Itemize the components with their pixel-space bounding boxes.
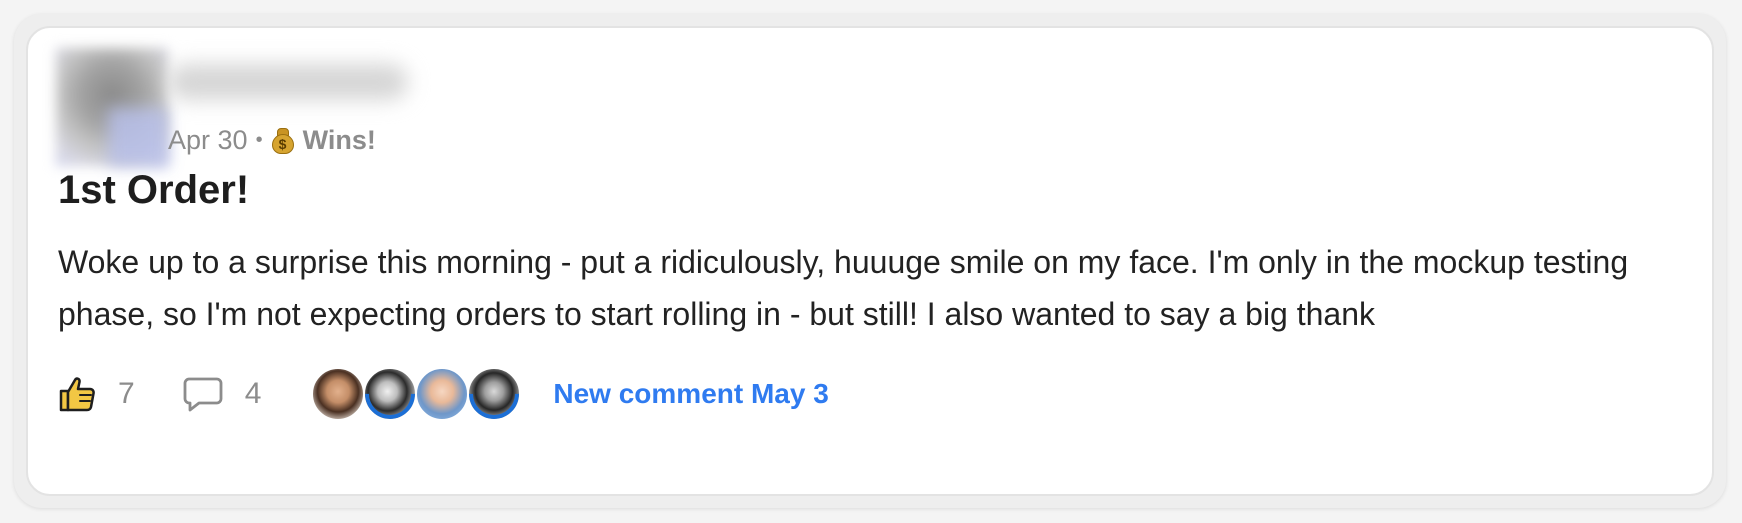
post-actions: 7 4 New comment May 3 — [58, 364, 829, 424]
post-body: Woke up to a surprise this morning - put… — [58, 244, 1629, 332]
post-category[interactable]: Wins! — [303, 125, 376, 156]
comment-button[interactable]: 4 — [183, 376, 262, 412]
speech-bubble-icon — [183, 377, 223, 412]
coach-badge-ring — [469, 369, 520, 419]
like-button[interactable]: 7 — [58, 375, 135, 413]
commenter-avatar[interactable] — [467, 367, 522, 421]
new-comment-link[interactable]: New comment May 3 — [553, 378, 828, 410]
post-title[interactable]: 1st Order! — [58, 168, 249, 213]
commenter-avatars[interactable] — [311, 367, 522, 421]
meta-separator: • — [255, 128, 263, 151]
money-bag-icon: $ — [271, 126, 295, 154]
coach-badge-ring — [365, 369, 416, 419]
author-name[interactable] — [168, 64, 408, 100]
comment-count: 4 — [244, 377, 262, 410]
commenter-avatar[interactable] — [311, 367, 366, 421]
post-card[interactable]: Apr 30 • $ Wins! 1st Order! Woke up to a… — [26, 26, 1714, 496]
commenter-avatar[interactable] — [415, 367, 470, 421]
post-date: Apr 30 — [168, 124, 248, 155]
author-avatar-overlay — [108, 108, 168, 166]
like-count: 7 — [118, 377, 135, 410]
commenter-avatar[interactable] — [363, 367, 418, 421]
post-meta: Apr 30 • $ Wins! — [168, 122, 376, 158]
thumbs-up-icon — [59, 377, 95, 412]
